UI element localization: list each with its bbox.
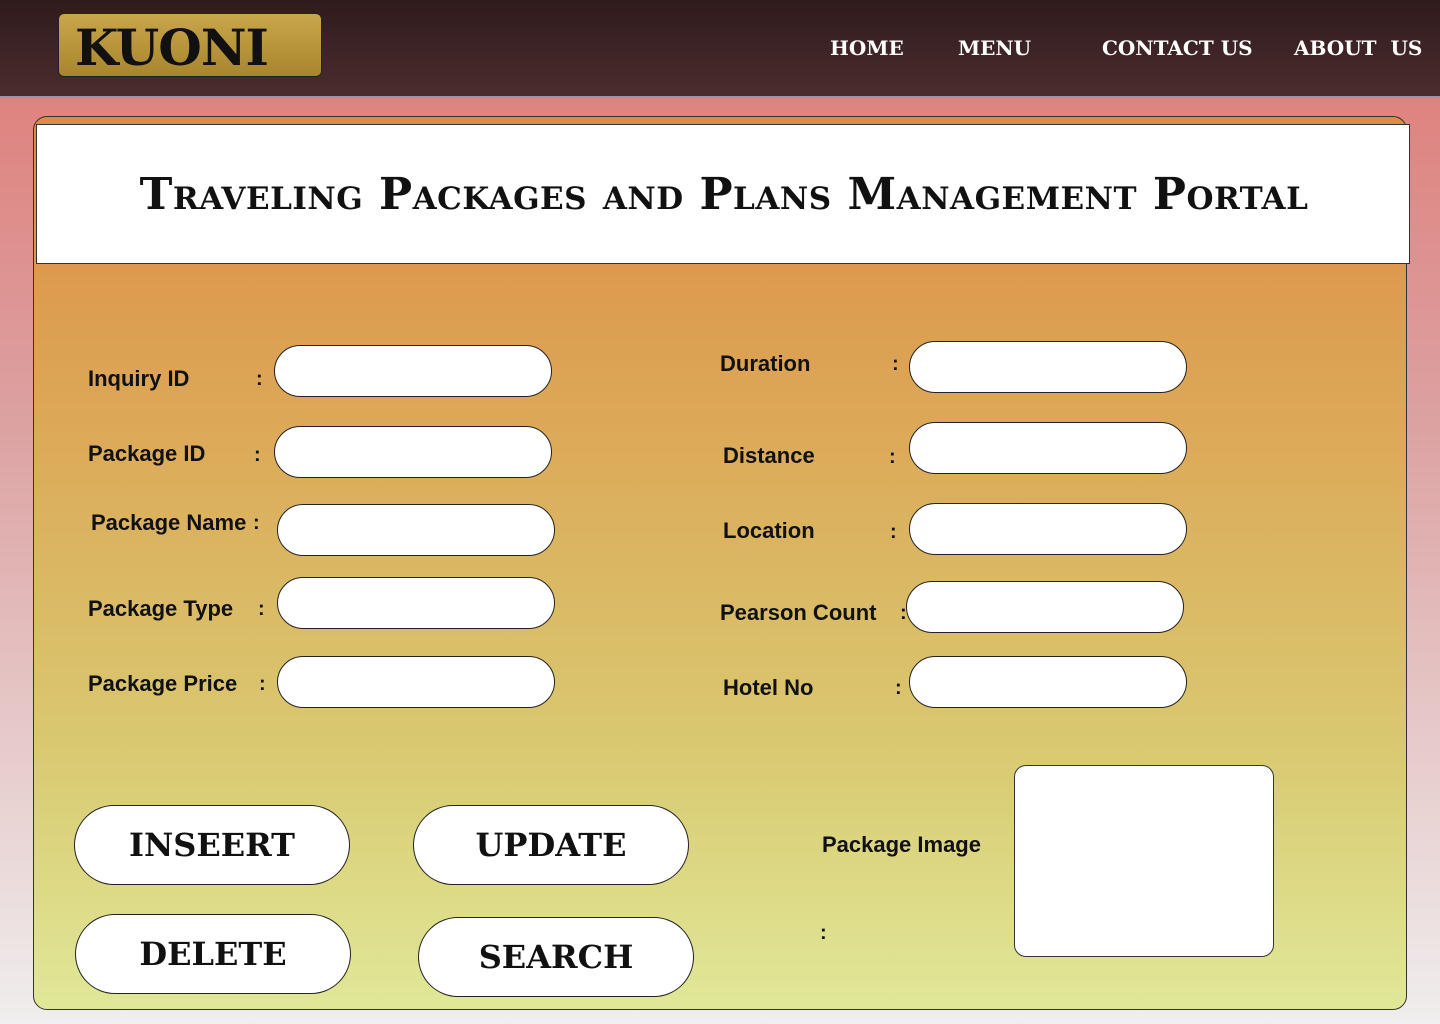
package-price-label: Package Price	[88, 671, 238, 696]
package-type-colon: :	[258, 598, 265, 620]
pearson-count-input[interactable]	[906, 581, 1184, 633]
package-image-label: Package Image	[822, 832, 981, 857]
search-button[interactable]: SEARCH	[418, 917, 694, 997]
top-nav-bar: KUONI HOME MENU CONTACT US ABOUT US	[0, 0, 1440, 98]
package-id-label: Package ID	[88, 441, 206, 466]
insert-button[interactable]: INSEERT	[74, 805, 350, 885]
inquiry-id-label: Inquiry ID	[88, 366, 190, 391]
distance-colon: :	[889, 446, 896, 468]
package-type-label: Package Type	[88, 596, 234, 621]
nav-home[interactable]: HOME	[830, 36, 904, 60]
duration-input[interactable]	[909, 341, 1187, 393]
package-type-input[interactable]	[277, 577, 555, 629]
logo-text: KUONI	[75, 18, 269, 77]
page-title: Traveling Packages and Plans Management …	[139, 169, 1309, 220]
update-button[interactable]: UPDATE	[413, 805, 689, 885]
nav-contact-us[interactable]: CONTACT US	[1102, 36, 1253, 60]
delete-button[interactable]: DELETE	[75, 914, 351, 994]
location-label: Location	[723, 518, 815, 543]
distance-input[interactable]	[909, 422, 1187, 474]
location-colon: :	[890, 521, 897, 543]
duration-label: Duration	[720, 351, 811, 376]
package-name-input[interactable]	[277, 504, 555, 556]
package-image-box[interactable]	[1014, 765, 1274, 957]
duration-colon: :	[892, 353, 899, 375]
package-image-colon: :	[820, 922, 827, 944]
hotel-no-colon: :	[895, 677, 902, 699]
nav-about-us[interactable]: ABOUT US	[1294, 36, 1422, 60]
package-price-input[interactable]	[277, 656, 555, 708]
nav-menu[interactable]: MENU	[958, 36, 1031, 60]
distance-label: Distance	[723, 443, 815, 468]
inquiry-id-input[interactable]	[274, 345, 552, 397]
inquiry-id-colon: :	[256, 368, 263, 390]
package-price-colon: :	[259, 673, 266, 695]
hotel-no-label: Hotel No	[723, 675, 814, 700]
logo[interactable]: KUONI	[58, 13, 322, 77]
package-name-label: Package Name	[91, 510, 247, 535]
location-input[interactable]	[909, 503, 1187, 555]
title-box: Traveling Packages and Plans Management …	[36, 124, 1410, 264]
package-name-colon: :	[253, 512, 260, 534]
hotel-no-input[interactable]	[909, 656, 1187, 708]
package-id-input[interactable]	[274, 426, 552, 478]
pearson-count-label: Pearson Count	[720, 600, 877, 625]
package-id-colon: :	[254, 444, 261, 466]
